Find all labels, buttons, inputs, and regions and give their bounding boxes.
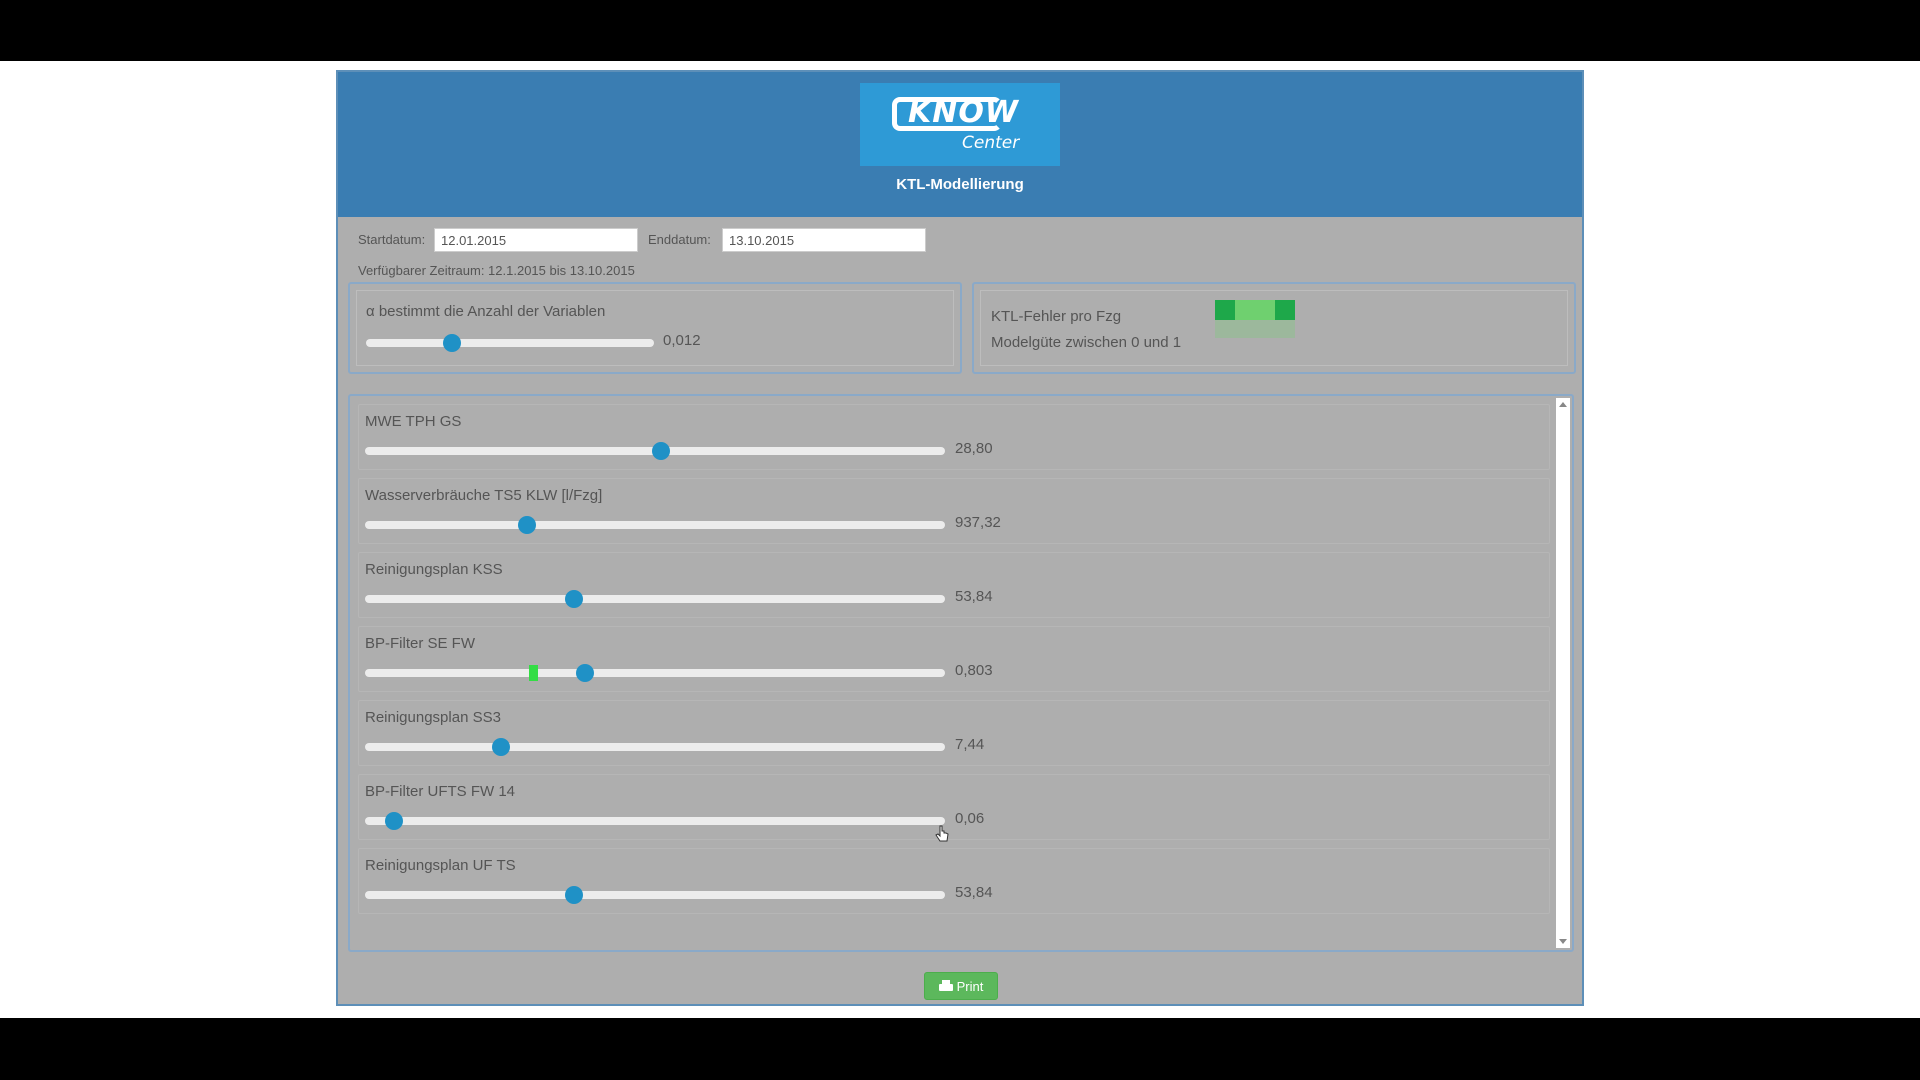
error-panel: KTL-Fehler pro Fzg Modelgüte zwischen 0 …	[972, 282, 1576, 374]
model-quality-label: Modelgüte zwischen 0 und 1	[991, 334, 1182, 351]
start-date-input[interactable]	[434, 228, 638, 252]
variable-slider-thumb[interactable]	[492, 738, 511, 756]
variable-row: BP-Filter SE FW 0,803	[358, 626, 1550, 692]
variable-row: Reinigungsplan SS3 7,44	[358, 700, 1550, 766]
alpha-panel: α bestimmt die Anzahl der Variablen 0,01…	[348, 282, 962, 374]
error-indicator	[1215, 300, 1295, 340]
variables-panel[interactable]: MWE TPH GS 28,80 Wasserverbräuche TS5 KLW …	[348, 394, 1574, 952]
print-button-label: Print	[956, 978, 984, 994]
variable-label: BP-Filter UFTS FW 14	[365, 783, 516, 800]
page-title: KTL-Modellierung	[896, 176, 1024, 193]
variable-value: 53,84	[955, 588, 993, 605]
hand-cursor-icon	[935, 825, 949, 842]
available-range-note: Verfügbarer Zeitraum: 12.1.2015 bis 13.1…	[358, 263, 635, 278]
variable-label: Reinigungsplan SS3	[365, 709, 501, 726]
variable-value: 0,06	[955, 810, 985, 827]
alpha-label: α bestimmt die Anzahl der Variablen	[366, 303, 606, 320]
variable-value: 7,44	[955, 736, 985, 753]
end-date-input[interactable]	[722, 228, 926, 252]
variable-label: BP-Filter SE FW	[365, 635, 476, 652]
variable-slider[interactable]	[365, 516, 945, 534]
error-swatch	[1215, 300, 1235, 320]
letterbox-top	[0, 0, 1920, 61]
variable-label: Reinigungsplan KSS	[365, 561, 503, 578]
variable-row: Wasserverbräuche TS5 KLW [l/Fzg] 937,32	[358, 478, 1550, 544]
start-date-label: Startdatum:	[358, 232, 426, 247]
variable-slider-thumb[interactable]	[651, 442, 670, 460]
variable-value: 0,803	[955, 662, 993, 679]
quality-swatch	[1215, 320, 1295, 338]
variable-slider-thumb[interactable]	[564, 886, 583, 904]
logo-know-text: KNOW	[908, 95, 1019, 130]
variable-label: Reinigungsplan UF TS	[365, 857, 516, 874]
variable-slider-thumb[interactable]	[385, 812, 403, 830]
scroll-down-icon[interactable]	[1559, 939, 1567, 944]
variable-slider-thumb[interactable]	[518, 516, 537, 534]
reference-marker	[529, 665, 539, 681]
variable-value: 28,80	[955, 440, 993, 457]
variable-slider[interactable]	[365, 664, 945, 682]
variable-slider-thumb[interactable]	[564, 590, 583, 608]
logo-center-text: Center	[962, 133, 1020, 153]
variable-slider[interactable]	[365, 590, 945, 608]
error-swatch	[1235, 300, 1275, 320]
error-panel-inner: KTL-Fehler pro Fzg Modelgüte zwischen 0 …	[980, 290, 1568, 366]
app-container: KNOW Center KTL-Modellierung Startdatum:…	[336, 70, 1584, 1006]
ktl-error-label: KTL-Fehler pro Fzg	[991, 308, 1122, 325]
alpha-panel-inner: α bestimmt die Anzahl der Variablen 0,01…	[356, 290, 954, 366]
variable-slider[interactable]	[365, 442, 945, 460]
variable-value: 937,32	[955, 514, 1001, 531]
print-button[interactable]: Print	[924, 972, 998, 1000]
variable-row: BP-Filter UFTS FW 14 0,06	[358, 774, 1550, 840]
variable-slider[interactable]	[365, 812, 945, 830]
alpha-slider[interactable]	[366, 334, 654, 352]
alpha-value: 0,012	[663, 332, 701, 349]
alpha-slider-thumb[interactable]	[443, 334, 462, 352]
know-center-logo: KNOW Center	[860, 83, 1060, 166]
printer-icon	[938, 980, 953, 992]
error-swatch	[1275, 300, 1295, 320]
scrollbar[interactable]	[1556, 398, 1570, 948]
letterbox-bottom	[0, 1018, 1920, 1080]
variable-value: 53,84	[955, 884, 993, 901]
variable-label: Wasserverbräuche TS5 KLW [l/Fzg]	[365, 487, 603, 504]
variable-row: Reinigungsplan UF TS 53,84	[358, 848, 1550, 914]
variable-row: Reinigungsplan KSS 53,84	[358, 552, 1550, 618]
end-date-label: Enddatum:	[648, 232, 711, 247]
variable-row: MWE TPH GS 28,80	[358, 404, 1550, 470]
variable-slider[interactable]	[365, 738, 945, 756]
variable-label: MWE TPH GS	[365, 413, 462, 430]
scroll-up-icon[interactable]	[1559, 402, 1567, 407]
variable-slider[interactable]	[365, 886, 945, 904]
header: KNOW Center KTL-Modellierung	[338, 72, 1582, 217]
variable-slider-thumb[interactable]	[576, 664, 595, 682]
